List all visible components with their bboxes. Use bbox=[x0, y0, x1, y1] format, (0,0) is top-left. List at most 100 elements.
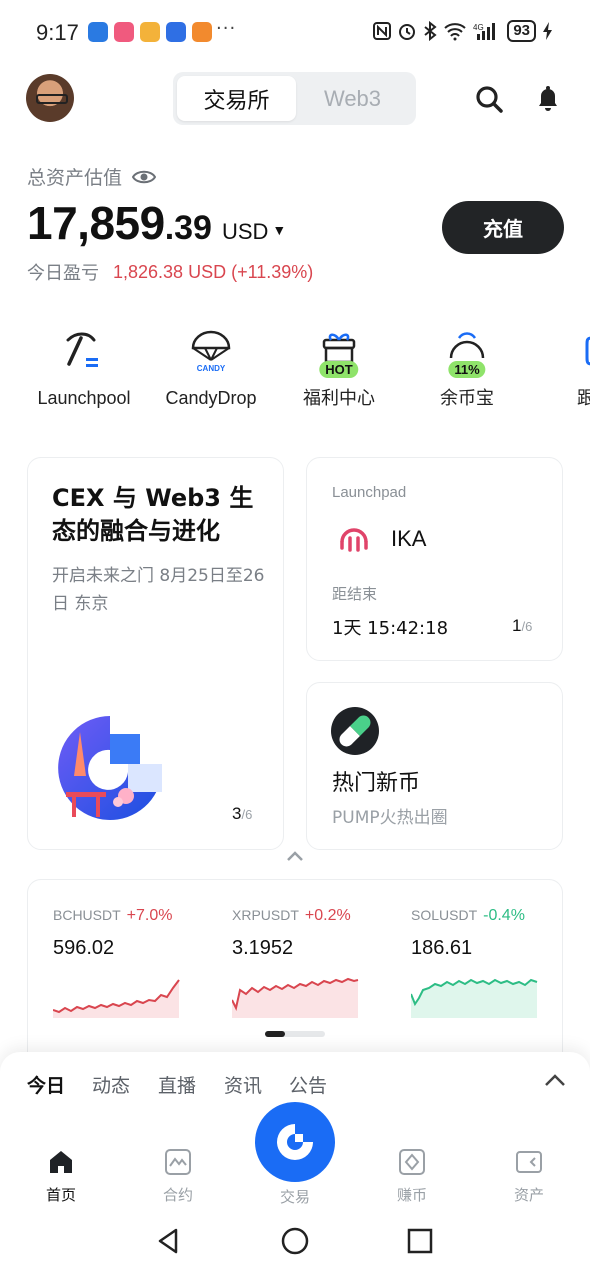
nfc-icon bbox=[373, 22, 392, 40]
ticker-price: 596.02 bbox=[53, 937, 115, 959]
feed-tab-announcements[interactable]: 公告 bbox=[289, 1071, 327, 1098]
candy-parachute-icon: CANDY bbox=[191, 330, 231, 373]
currency-selector[interactable]: USD bbox=[222, 219, 268, 245]
quick-entry-label: 余币宝 bbox=[440, 388, 494, 408]
feed-tab-updates[interactable]: 动态 bbox=[92, 1071, 130, 1098]
search-icon[interactable] bbox=[474, 84, 504, 114]
today-pnl-row[interactable]: 今日盈亏 1,826.38 USD (+11.39%) bbox=[27, 259, 313, 285]
trade-button[interactable] bbox=[255, 1102, 335, 1182]
more-notifications-icon: ··· bbox=[216, 18, 237, 39]
rate-badge: 11% bbox=[448, 361, 486, 378]
nav-label: 合约 bbox=[162, 1186, 193, 1204]
nav-earn[interactable]: 赚币 bbox=[372, 1148, 452, 1205]
total-assets-value: 17,859 .39 USD ▼ bbox=[27, 196, 286, 250]
quick-entry-label: CandyDrop bbox=[165, 388, 257, 408]
nav-label: 首页 bbox=[45, 1186, 76, 1204]
nav-label: 赚币 bbox=[396, 1186, 427, 1204]
symbol-text: XRPUSDT bbox=[232, 907, 299, 923]
pill-icon bbox=[331, 707, 379, 755]
back-icon[interactable] bbox=[154, 1226, 184, 1256]
ticker-symbol: XRPUSDT +0.2% bbox=[232, 907, 351, 925]
nav-home[interactable]: 首页 bbox=[21, 1148, 101, 1205]
quick-entry-rewards[interactable]: HOT 福利中心 bbox=[274, 330, 404, 410]
status-bar: 9:17 ··· 4G 93 bbox=[0, 0, 590, 66]
asset-label-row: 总资产估值 bbox=[27, 163, 157, 190]
sparkline-chart bbox=[232, 977, 359, 1018]
app-notification-icon bbox=[114, 22, 134, 42]
event-banner-card[interactable]: CEX 与 Web3 生态的融合与进化 开启未来之门 8月25日至26日 东京 … bbox=[27, 457, 284, 850]
ticker-symbol: SOLUSDT -0.4% bbox=[411, 907, 525, 925]
copy-trade-icon bbox=[585, 336, 590, 366]
wifi-icon bbox=[444, 23, 466, 41]
ticker-price: 3.1952 bbox=[232, 937, 294, 959]
feed-tab-live[interactable]: 直播 bbox=[158, 1071, 196, 1098]
quick-entry-savings[interactable]: 11% 余币宝 bbox=[402, 330, 532, 410]
caret-down-icon[interactable]: ▼ bbox=[272, 222, 286, 238]
launchpad-countdown: 1天 15:42:18 bbox=[332, 618, 449, 639]
launchpad-end-label: 距结束 bbox=[332, 585, 378, 603]
recents-icon[interactable] bbox=[405, 1226, 435, 1256]
symbol-text: BCHUSDT bbox=[53, 907, 121, 923]
svg-text:4G: 4G bbox=[473, 23, 484, 32]
avatar[interactable] bbox=[26, 74, 74, 122]
candy-icon-text: CANDY bbox=[197, 364, 226, 372]
event-title: CEX 与 Web3 生态的融合与进化 bbox=[52, 484, 254, 545]
ika-coin-icon bbox=[340, 528, 368, 552]
feed-tab-today[interactable]: 今日 bbox=[27, 1071, 65, 1098]
ticker-price: 186.61 bbox=[411, 937, 473, 959]
chevron-up-icon[interactable] bbox=[542, 1072, 568, 1090]
weibo-notification-icon bbox=[140, 22, 160, 42]
quick-entry-label: 跟 bbox=[577, 388, 590, 408]
nav-trade-label: 交易 bbox=[279, 1188, 310, 1206]
app-notification-icon bbox=[88, 22, 108, 42]
event-page-indicator: 3/6 bbox=[232, 804, 252, 824]
quick-entry-label: 福利中心 bbox=[303, 388, 375, 408]
event-subtitle: 开启未来之门 8月25日至26日 东京 bbox=[52, 566, 265, 614]
quick-entry-launchpool[interactable]: Launchpool bbox=[19, 330, 149, 409]
asset-value-decimal: .39 bbox=[164, 209, 212, 247]
total-assets-label: 总资产估值 bbox=[27, 167, 123, 189]
today-pnl-label: 今日盈亏 bbox=[27, 263, 99, 284]
deposit-button[interactable]: 充值 bbox=[442, 201, 564, 254]
system-icons: 4G 93 bbox=[373, 20, 554, 42]
launchpad-page-indicator: 1/6 bbox=[512, 616, 532, 636]
quick-entry-candydrop[interactable]: CANDY CandyDrop bbox=[146, 330, 276, 409]
chevron-up-icon[interactable] bbox=[283, 848, 307, 864]
launchpad-label: Launchpad bbox=[332, 484, 407, 501]
ticker-symbol: BCHUSDT +7.0% bbox=[53, 907, 172, 925]
app-notification-icon bbox=[192, 22, 212, 42]
nav-assets[interactable]: 资产 bbox=[489, 1148, 569, 1205]
alipay-notification-icon bbox=[166, 22, 186, 42]
feed-tab-news[interactable]: 资讯 bbox=[224, 1071, 262, 1098]
charging-icon bbox=[543, 22, 552, 40]
bell-icon[interactable] bbox=[533, 84, 563, 114]
alarm-icon bbox=[399, 24, 416, 40]
exchange-web3-switch: 交易所 Web3 bbox=[173, 72, 416, 125]
nav-futures[interactable]: 合约 bbox=[138, 1148, 218, 1205]
signal-icon: 4G bbox=[473, 23, 496, 40]
tab-web3[interactable]: Web3 bbox=[293, 76, 412, 121]
event-logo-illustration bbox=[58, 716, 162, 820]
today-pnl-value: 1,826.38 USD (+11.39%) bbox=[113, 261, 314, 282]
ticker-change: +0.2% bbox=[304, 907, 351, 924]
quick-entry-label: Launchpool bbox=[37, 388, 131, 408]
total-pages: /6 bbox=[241, 807, 253, 822]
wallet-icon bbox=[516, 1151, 542, 1173]
home-icon bbox=[50, 1151, 72, 1173]
launchpad-card[interactable]: Launchpad IKA 距结束 1天 15:42:18 1/6 bbox=[306, 457, 563, 661]
bottom-sheet: 今日 动态 直播 资讯 公告 首页 合约 赚币 资产 交易 bbox=[0, 1052, 590, 1278]
nav-label: 资产 bbox=[513, 1186, 544, 1204]
eye-icon[interactable] bbox=[132, 169, 157, 185]
total-pages: /6 bbox=[521, 619, 533, 634]
launchpad-coin-name: IKA bbox=[391, 526, 427, 551]
sparkline-chart bbox=[53, 979, 180, 1018]
ticker-change: -0.4% bbox=[483, 907, 525, 924]
quick-entry-copy-trade[interactable]: 跟 bbox=[530, 330, 590, 410]
sparkline-chart bbox=[411, 978, 538, 1018]
tab-exchange[interactable]: 交易所 bbox=[177, 76, 296, 121]
battery-level: 93 bbox=[507, 20, 536, 42]
home-button-icon[interactable] bbox=[280, 1226, 310, 1256]
ticker-carousel-indicator bbox=[265, 1031, 325, 1037]
savings-icon: 11% bbox=[445, 330, 489, 378]
hot-coins-card[interactable]: 热门新币 PUMP火热出圈 bbox=[306, 682, 563, 850]
